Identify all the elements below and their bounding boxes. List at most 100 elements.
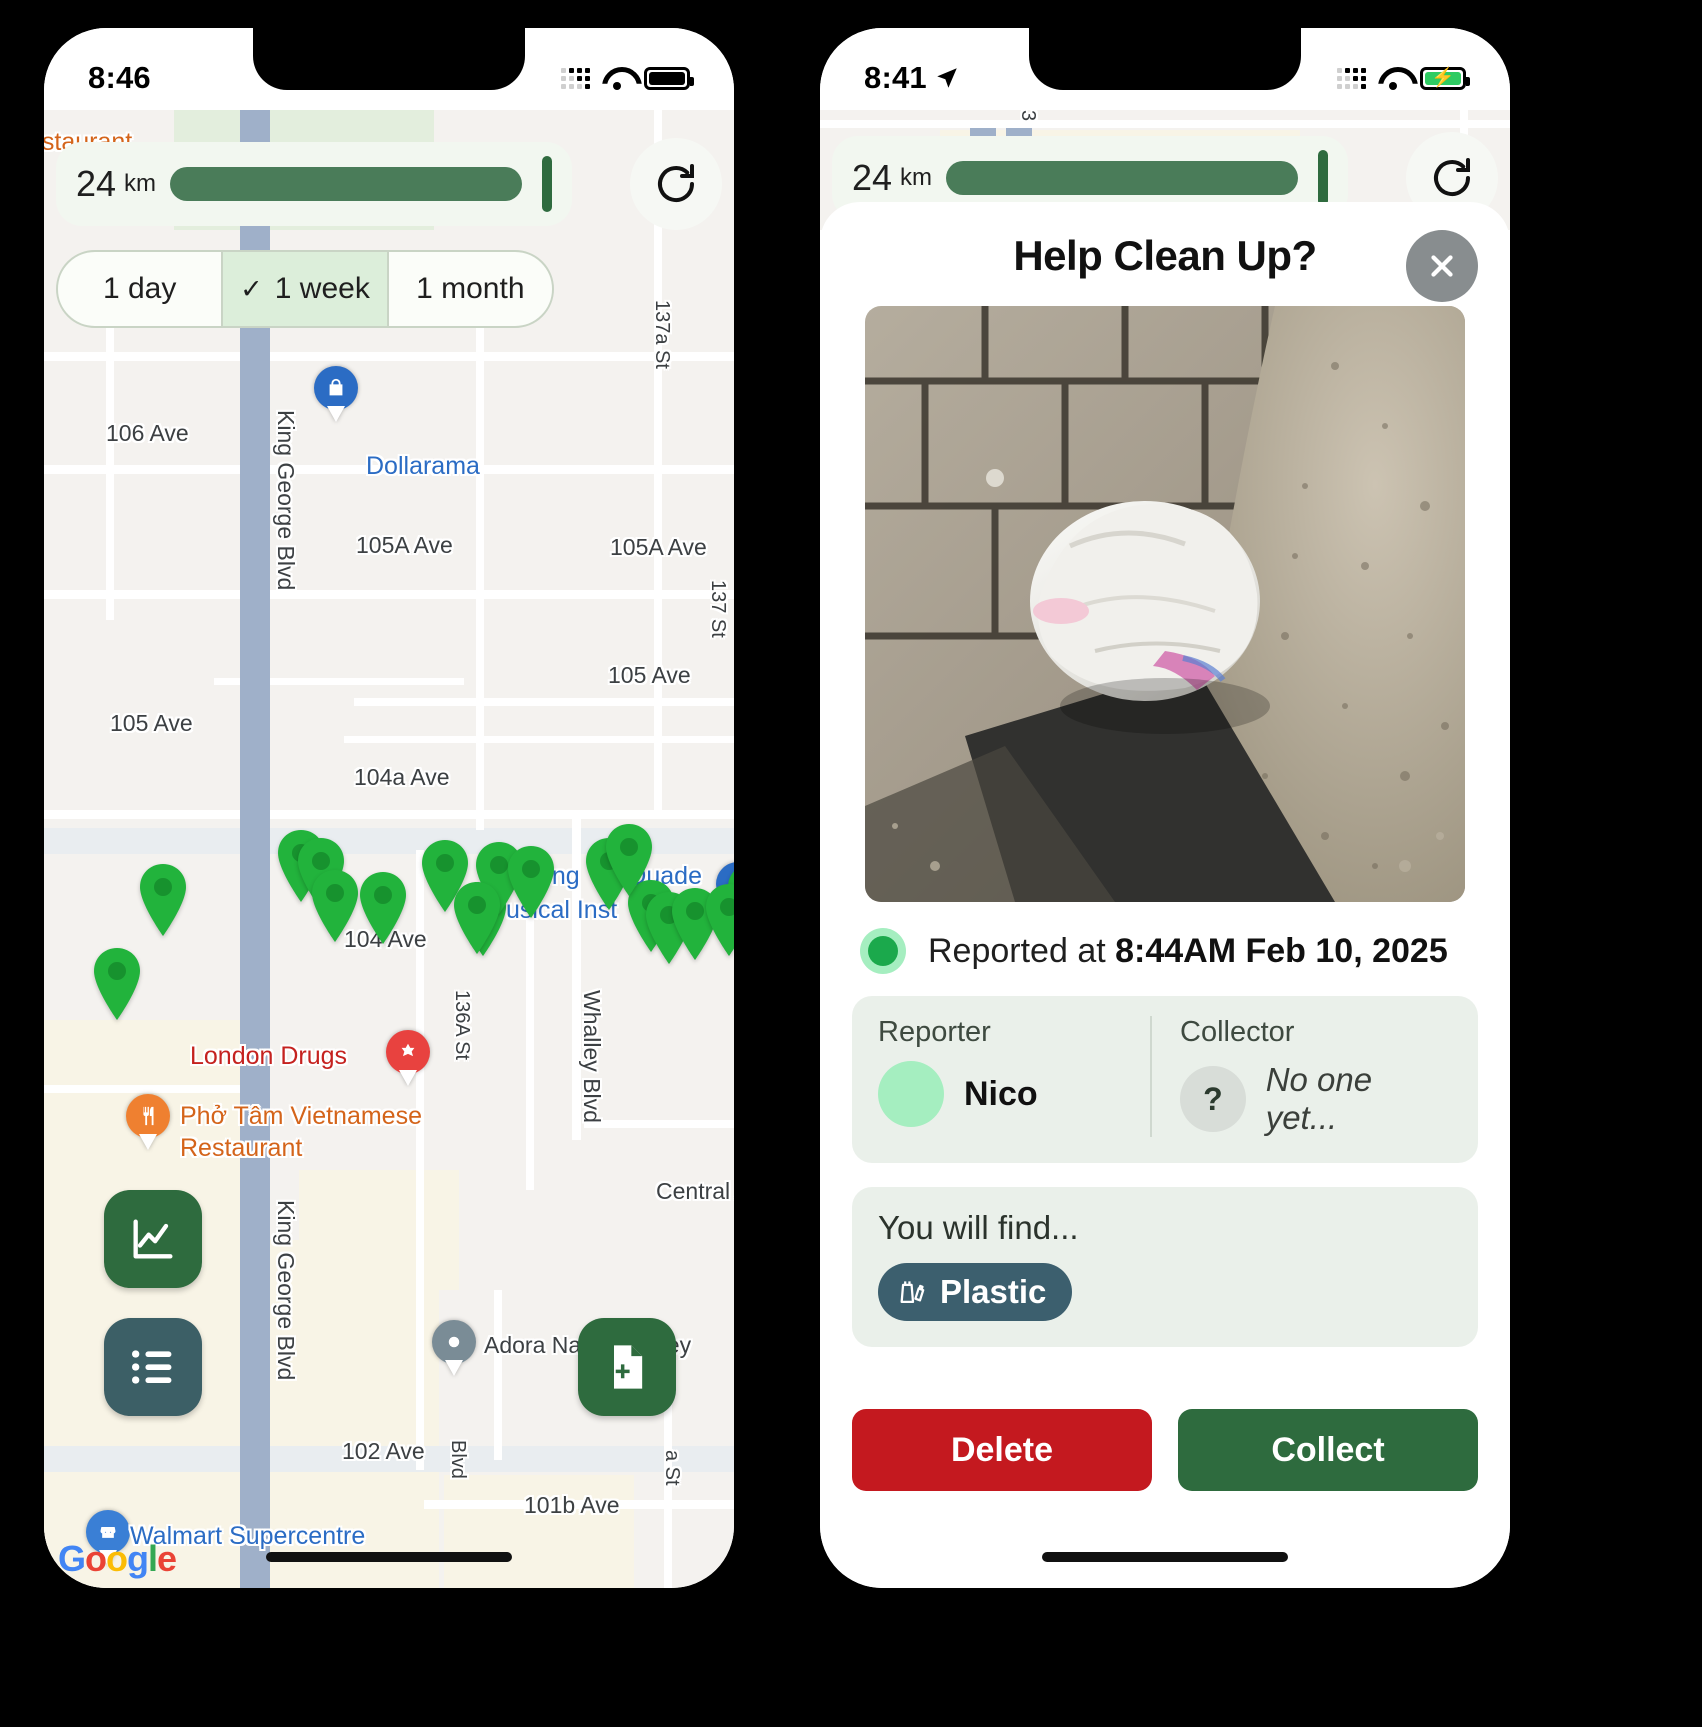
- poi-pin-london-drugs[interactable]: [386, 1030, 430, 1086]
- report-pin[interactable]: [448, 880, 506, 956]
- close-icon: [1431, 255, 1453, 277]
- stats-button[interactable]: [104, 1190, 202, 1288]
- distance-slider-track[interactable]: [946, 161, 1298, 195]
- litter-photo[interactable]: [865, 306, 1465, 902]
- map-label: 105 Ave: [608, 662, 691, 688]
- close-button[interactable]: [1406, 230, 1478, 302]
- status-badge: [860, 928, 906, 974]
- map-poi-label: Dollarama: [366, 452, 480, 480]
- litter-type-chip-plastic[interactable]: Plastic: [878, 1263, 1073, 1321]
- report-pin[interactable]: [354, 870, 412, 946]
- add-report-button[interactable]: [578, 1318, 676, 1416]
- segment-1-week[interactable]: ✓ 1 week: [223, 252, 389, 326]
- collector-column: Collector ? No one yet...: [1150, 1016, 1452, 1137]
- distance-slider-thumb[interactable]: [542, 156, 552, 212]
- chip-label: Plastic: [940, 1273, 1047, 1310]
- place-icon: [432, 1320, 476, 1364]
- time-range-segmented-control[interactable]: 1 day ✓ 1 week 1 month: [56, 250, 554, 328]
- battery-icon: [644, 66, 694, 90]
- map-label-clipped: 3: [1017, 110, 1039, 122]
- phone-right: 3 24 km Help Clean Up? Reported at 8:44A…: [820, 28, 1510, 1588]
- segment-label: 1 month: [416, 272, 525, 305]
- reported-status-row: Reported at 8:44AM Feb 10, 2025: [860, 928, 1470, 974]
- map-label: 136A St: [451, 990, 473, 1061]
- map-label: King George Blvd: [273, 1200, 299, 1381]
- chart-line-icon: [133, 1219, 173, 1259]
- map-label: Whalley Blvd: [579, 990, 605, 1123]
- distance-slider-thumb[interactable]: [1318, 150, 1328, 206]
- report-pin[interactable]: [502, 844, 560, 920]
- distance-unit: km: [124, 170, 157, 197]
- collector-name: No one yet...: [1265, 1061, 1373, 1136]
- report-pin[interactable]: [134, 862, 192, 938]
- map-label: 104a Ave: [354, 764, 450, 790]
- plastic-bag-icon: [900, 1281, 925, 1304]
- wifi-icon: [1378, 67, 1408, 90]
- map-label: Blvd: [447, 1440, 469, 1479]
- distance-filter[interactable]: 24 km: [56, 142, 572, 226]
- help-clean-up-modal: Help Clean Up? Reported at 8:44AM Feb 10…: [820, 202, 1510, 1588]
- map-label: 137a St: [651, 300, 673, 369]
- list-icon: [131, 1350, 172, 1384]
- shopping-bag-icon: [314, 366, 358, 410]
- refresh-button[interactable]: [630, 138, 722, 230]
- google-watermark: Google: [58, 1538, 177, 1579]
- reported-prefix: Reported at: [928, 931, 1116, 970]
- map-label: a St: [661, 1450, 683, 1486]
- report-detail-screen[interactable]: 3 24 km Help Clean Up? Reported at 8:44A…: [820, 110, 1510, 1588]
- report-pin[interactable]: [700, 882, 734, 958]
- map-label: Central Ave: [656, 1178, 734, 1204]
- collect-button[interactable]: Collect: [1178, 1409, 1478, 1491]
- restaurant-icon: [126, 1094, 170, 1138]
- distance-slider-track[interactable]: [170, 167, 522, 201]
- device-notch: [253, 28, 525, 90]
- wifi-icon: [602, 67, 632, 90]
- distance-value: 24: [852, 157, 893, 198]
- distance-value: 24: [76, 163, 117, 204]
- map-label: 105A Ave: [610, 534, 707, 560]
- refresh-icon: [658, 164, 694, 203]
- delete-button[interactable]: Delete: [852, 1409, 1152, 1491]
- refresh-icon: [1434, 158, 1470, 197]
- pharmacy-icon: [386, 1030, 430, 1074]
- segment-1-month[interactable]: 1 month: [389, 252, 552, 326]
- modal-title: Help Clean Up?: [1013, 232, 1317, 279]
- map-label: 101b Ave: [524, 1492, 620, 1518]
- map-label: 106 Ave: [106, 420, 189, 446]
- reporter-avatar: [878, 1061, 944, 1127]
- list-button[interactable]: [104, 1318, 202, 1416]
- home-indicator[interactable]: [1042, 1552, 1288, 1562]
- segment-label: 1 day: [102, 272, 177, 305]
- segment-1-day[interactable]: 1 day: [58, 252, 224, 326]
- report-pin[interactable]: [600, 822, 658, 898]
- status-time-text: 8:41: [864, 60, 927, 95]
- modal-actions: Delete Collect: [852, 1409, 1478, 1491]
- poi-pin-adora-nails[interactable]: [432, 1320, 476, 1376]
- map-screen[interactable]: 106 Ave 105A Ave 105A Ave 105 Ave 105 Av…: [44, 110, 734, 1588]
- map-label: 105 Ave: [110, 710, 193, 736]
- cellular-icon: [561, 67, 590, 89]
- phone-left: 106 Ave 105A Ave 105A Ave 105 Ave 105 Av…: [44, 28, 734, 1588]
- location-arrow-icon: [937, 68, 957, 88]
- reported-timestamp: 8:44AM Feb 10, 2025: [1115, 931, 1448, 970]
- map-label: 137 St: [707, 580, 729, 638]
- home-indicator[interactable]: [266, 1552, 512, 1562]
- reporter-column: Reporter Nico: [878, 1016, 1150, 1137]
- map-poi-label: Restaurant: [180, 1134, 303, 1162]
- cellular-icon: [1337, 67, 1366, 89]
- poi-pin-pho-tam[interactable]: [126, 1094, 170, 1150]
- map-label: 105A Ave: [356, 532, 453, 558]
- map-label: King George Blvd: [273, 410, 299, 591]
- map-label: 102 Ave: [342, 1438, 425, 1464]
- check-icon: ✓: [240, 273, 263, 304]
- poi-pin-dollarama[interactable]: [314, 366, 358, 422]
- plastic-bag-on-pavement-photo: [865, 306, 1465, 902]
- report-pin[interactable]: [88, 946, 146, 1022]
- reporter-label: Reporter: [878, 1016, 991, 1048]
- battery-charging-icon: ⚡: [1420, 66, 1470, 90]
- you-will-find-card: You will find... Plastic: [852, 1187, 1478, 1347]
- device-notch: [1029, 28, 1301, 90]
- status-time: 8:46: [88, 60, 151, 95]
- distance-unit: km: [900, 164, 933, 191]
- you-will-find-label: You will find...: [878, 1209, 1079, 1246]
